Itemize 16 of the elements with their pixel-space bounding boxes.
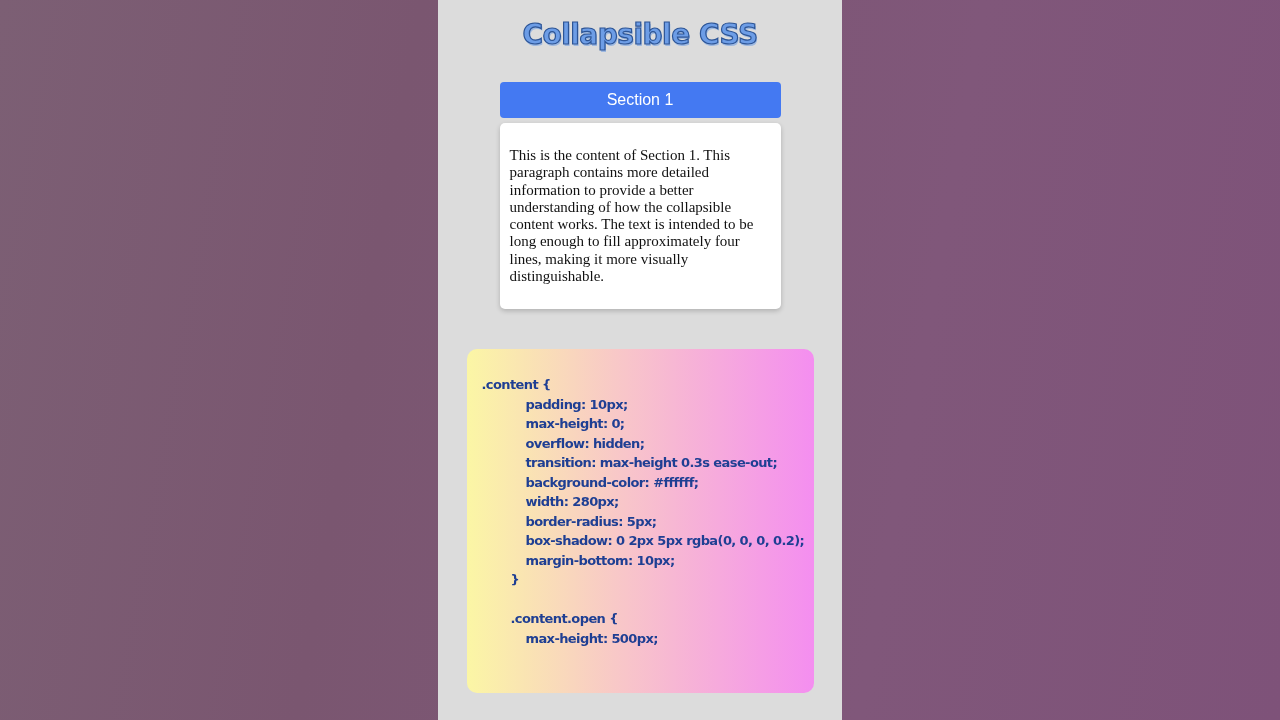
code-line: max-height: 500px; — [525, 629, 658, 648]
page-title: Collapsible CSS — [522, 18, 758, 51]
code-line: transition: max-height 0.3s ease-out; — [525, 454, 778, 473]
code-line: margin-bottom: 10px; — [525, 551, 675, 570]
section-toggle-button[interactable]: Section 1 — [499, 82, 781, 118]
code-line: max-height: 0; — [525, 415, 625, 434]
code-line: background-color: #ffffff; — [525, 473, 699, 492]
code-line: .content.open { — [510, 610, 618, 629]
code-line: padding: 10px; — [525, 395, 628, 414]
code-line: overflow: hidden; — [525, 434, 645, 453]
code-line: .content { — [481, 376, 551, 395]
code-line: border-radius: 5px; — [525, 512, 657, 531]
code-line: width: 280px; — [525, 493, 619, 512]
section-content-text: This is the content of Section 1. This paragraph contains more detailed information to provide a better understanding of how the collapsible content works. The text is intended to be long enough to fill approximately four lines, making it more visually distinguishable. — [509, 147, 755, 286]
code-line: } — [510, 571, 520, 590]
code-line: box-shadow: 0 2px 5px rgba(0, 0, 0, 0.2); — [525, 532, 805, 551]
